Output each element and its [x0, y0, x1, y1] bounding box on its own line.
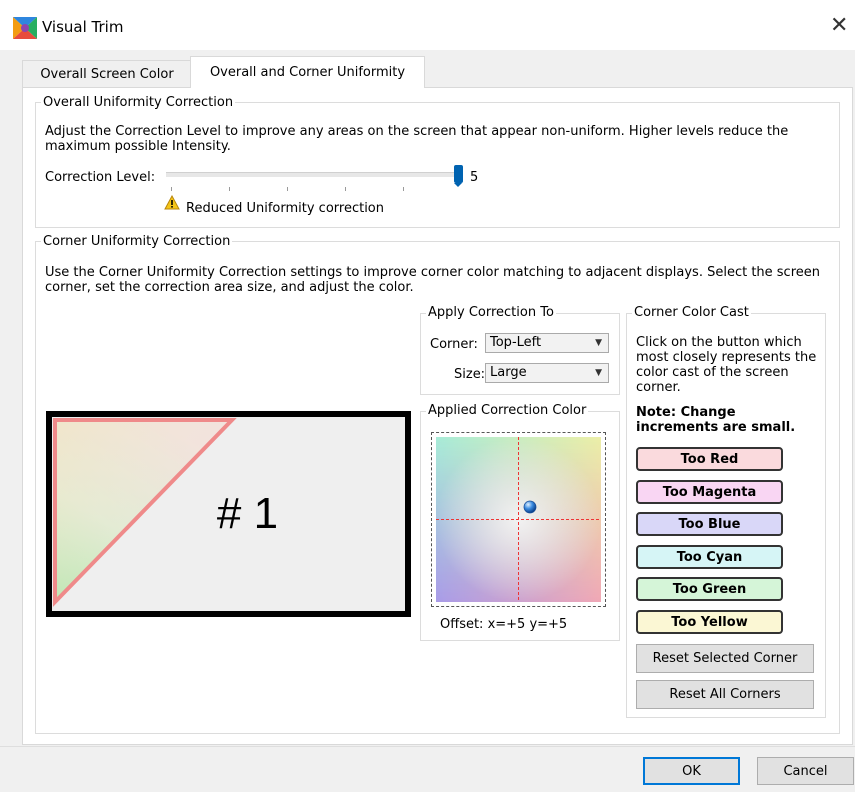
window-title: Visual Trim — [42, 18, 124, 36]
display-number: # 1 — [216, 489, 279, 538]
too-green-button[interactable]: Too Green — [636, 577, 783, 601]
overall-description: Adjust the Correction Level to improve a… — [45, 124, 789, 154]
warning-icon — [164, 195, 180, 210]
size-label: Size: — [454, 367, 486, 382]
slider-tick — [287, 187, 288, 191]
too-yellow-button[interactable]: Too Yellow — [636, 610, 783, 634]
slider-tick — [403, 187, 404, 191]
too-blue-button[interactable]: Too Blue — [636, 512, 783, 536]
cast-note: Note: Change increments are small. — [636, 405, 796, 435]
correction-level-value: 5 — [470, 170, 479, 185]
too-cyan-button[interactable]: Too Cyan — [636, 545, 783, 569]
footer-divider — [0, 746, 855, 747]
color-offset-knob[interactable] — [523, 500, 537, 514]
color-picker[interactable] — [431, 432, 606, 607]
slider-tick — [229, 187, 230, 191]
display-preview[interactable]: # 1 — [46, 411, 411, 617]
tab-overall-screen-color[interactable]: Overall Screen Color — [22, 60, 192, 87]
visual-trim-app-icon — [13, 17, 37, 39]
correction-level-label: Correction Level: — [45, 170, 156, 185]
ok-button[interactable]: OK — [643, 757, 740, 785]
slider-tick — [345, 187, 346, 191]
reset-all-corners-button[interactable]: Reset All Corners — [636, 680, 814, 709]
chevron-down-icon: ▼ — [595, 368, 602, 378]
offset-readout: Offset: x=+5 y=+5 — [440, 617, 568, 632]
corner-select-value: Top-Left — [490, 335, 542, 350]
corner-select[interactable]: Top-Left ▼ — [485, 333, 609, 353]
applied-color-legend: Applied Correction Color — [426, 403, 589, 418]
title-bar: Visual Trim ✕ — [0, 0, 855, 50]
cancel-button[interactable]: Cancel — [757, 757, 854, 785]
reset-selected-corner-button[interactable]: Reset Selected Corner — [636, 644, 814, 673]
size-select-value: Large — [490, 365, 527, 380]
cast-instructions: Click on the button which most closely r… — [636, 335, 817, 395]
tab-overall-and-corner-uniformity[interactable]: Overall and Corner Uniformity — [190, 56, 425, 88]
corner-color-cast-legend: Corner Color Cast — [632, 305, 751, 320]
chevron-down-icon: ▼ — [595, 338, 602, 348]
close-icon[interactable]: ✕ — [830, 13, 848, 38]
warning-text: Reduced Uniformity correction — [186, 201, 385, 216]
slider-tick — [171, 187, 172, 191]
corner-label: Corner: — [430, 337, 478, 352]
size-select[interactable]: Large ▼ — [485, 363, 609, 383]
corner-description: Use the Corner Uniformity Correction set… — [45, 265, 820, 295]
apply-correction-legend: Apply Correction To — [426, 305, 556, 320]
overall-uniformity-legend: Overall Uniformity Correction — [41, 95, 236, 110]
corner-uniformity-legend: Corner Uniformity Correction — [41, 234, 233, 249]
slider-track — [166, 172, 458, 177]
too-magenta-button[interactable]: Too Magenta — [636, 480, 783, 504]
slider-thumb[interactable] — [454, 165, 463, 187]
too-red-button[interactable]: Too Red — [636, 447, 783, 471]
